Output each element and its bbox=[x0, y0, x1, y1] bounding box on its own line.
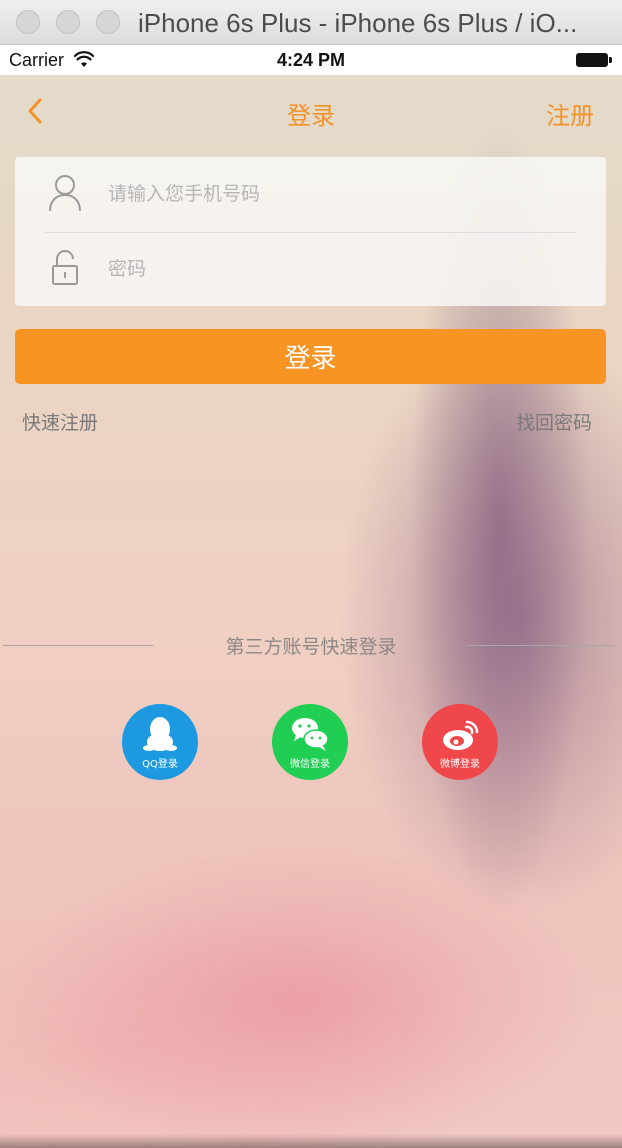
weibo-login-label: 微博登录 bbox=[440, 759, 480, 770]
window-titlebar: iPhone 6s Plus - iPhone 6s Plus / iO... bbox=[0, 0, 622, 45]
qq-login-label: QQ登录 bbox=[142, 759, 178, 770]
qq-penguin-icon bbox=[143, 717, 177, 751]
phone-row bbox=[15, 157, 606, 231]
window-bottom-shadow bbox=[0, 1134, 622, 1148]
lock-icon bbox=[52, 250, 78, 285]
battery-icon bbox=[576, 53, 612, 67]
wechat-login-button[interactable]: 微信登录 bbox=[272, 704, 348, 780]
zoom-window-button[interactable] bbox=[96, 10, 120, 34]
wechat-icon bbox=[292, 718, 329, 751]
status-bar: Carrier 4:24 PM bbox=[0, 45, 622, 75]
divider-right bbox=[466, 645, 614, 646]
close-window-button[interactable] bbox=[16, 10, 40, 34]
password-row bbox=[15, 232, 606, 306]
quick-register-link[interactable]: 快速注册 bbox=[22, 408, 98, 435]
user-icon bbox=[49, 175, 81, 212]
wechat-login-label: 微信登录 bbox=[290, 759, 330, 770]
qq-login-button[interactable]: QQ登录 bbox=[122, 704, 198, 780]
forgot-password-link[interactable]: 找回密码 bbox=[516, 408, 592, 435]
window-title: iPhone 6s Plus - iPhone 6s Plus / iO... bbox=[138, 8, 578, 38]
login-form bbox=[15, 157, 606, 306]
status-time: 4:24 PM bbox=[276, 50, 346, 70]
login-button[interactable]: 登录 bbox=[15, 329, 606, 384]
phone-input[interactable] bbox=[106, 175, 580, 213]
password-input[interactable] bbox=[106, 250, 580, 288]
nav-register-button[interactable]: 注册 bbox=[546, 96, 594, 131]
nav-title: 登录 bbox=[287, 102, 335, 130]
minimize-window-button[interactable] bbox=[56, 10, 80, 34]
simulator-window: iPhone 6s Plus - iPhone 6s Plus / iO... … bbox=[0, 0, 622, 1148]
weibo-icon bbox=[443, 720, 479, 750]
weibo-login-button[interactable]: 微博登录 bbox=[422, 704, 498, 780]
